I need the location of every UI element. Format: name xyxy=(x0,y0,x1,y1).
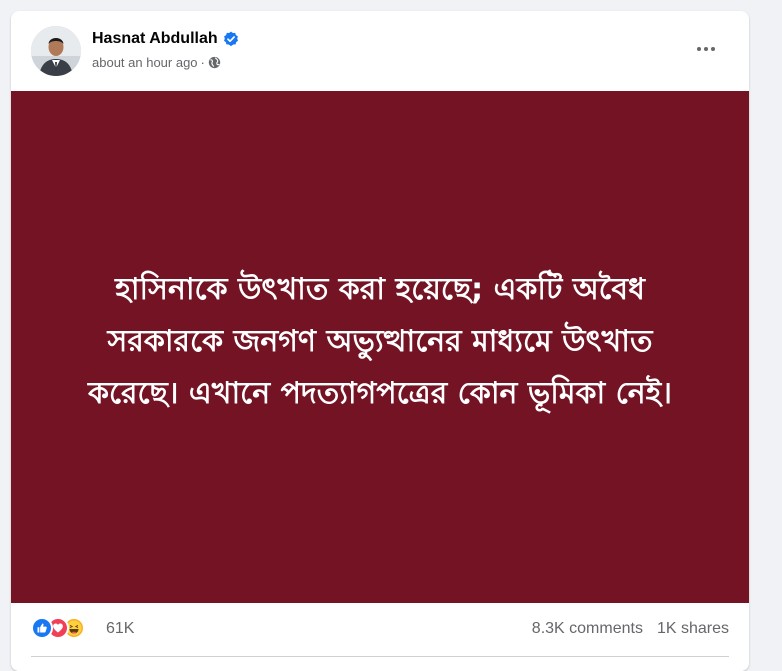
author-name[interactable]: Hasnat Abdullah xyxy=(92,29,218,49)
reaction-icons[interactable] xyxy=(31,617,85,639)
post-header: Hasnat Abdullah about an hour ago · xyxy=(11,11,749,91)
comments-count[interactable]: 8.3K comments xyxy=(532,620,643,638)
more-options-dot xyxy=(711,47,715,51)
action-divider xyxy=(31,656,729,657)
post-timestamp[interactable]: about an hour ago xyxy=(92,55,198,70)
post-card: Hasnat Abdullah about an hour ago · হাসি… xyxy=(11,11,749,671)
globe-icon[interactable] xyxy=(208,56,221,69)
meta-separator: · xyxy=(200,55,205,70)
post-text: হাসিনাকে উৎখাত করা হয়েছে; একটি অবৈধ সরক… xyxy=(87,272,673,411)
reaction-count[interactable]: 61K xyxy=(106,620,134,638)
post-text-background[interactable]: হাসিনাকে উৎখাত করা হয়েছে; একটি অবৈধ সরক… xyxy=(11,91,749,603)
reactions-bar: 61K 8.3K comments 1K shares xyxy=(11,615,749,647)
like-reaction-icon xyxy=(31,617,53,639)
author-avatar[interactable] xyxy=(31,26,81,76)
more-options-button[interactable] xyxy=(686,31,726,67)
verified-badge-icon xyxy=(223,31,239,47)
shares-count[interactable]: 1K shares xyxy=(657,620,729,638)
more-options-icon xyxy=(697,47,701,51)
more-options-dot xyxy=(704,47,708,51)
